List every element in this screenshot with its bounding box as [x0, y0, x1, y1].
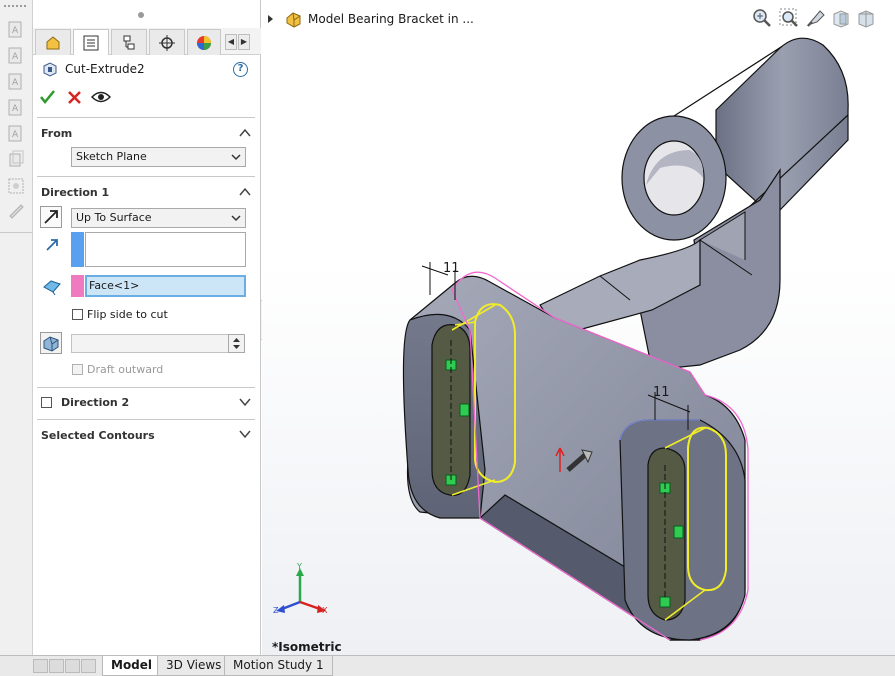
help-icon[interactable]: ?: [233, 62, 248, 77]
chevron-down-icon: [231, 154, 241, 161]
chevron-up-icon[interactable]: [238, 185, 252, 199]
manager-tabs-bar: ◀ ▶: [33, 28, 261, 55]
direction-of-extrusion-field[interactable]: [85, 232, 246, 267]
left-toolbar-strip: A A A A A: [0, 0, 33, 655]
chevron-down-icon[interactable]: [238, 427, 252, 441]
face-selection-field[interactable]: Face<1>: [85, 275, 246, 297]
direction2-checkbox[interactable]: [41, 397, 52, 408]
svg-text:A: A: [12, 26, 19, 36]
bearing-bracket-model[interactable]: [262, 0, 895, 655]
view-orientation-label: *Isometric: [272, 640, 342, 654]
tab-property-manager[interactable]: [73, 29, 109, 55]
toolbar-grip[interactable]: [4, 5, 26, 9]
end-condition-select[interactable]: Up To Surface: [71, 208, 246, 228]
svg-text:A: A: [12, 78, 19, 88]
tab-dimxpert-manager[interactable]: [149, 29, 185, 55]
start-condition-value: Sketch Plane: [76, 150, 147, 163]
property-list-icon: [83, 35, 99, 50]
property-manager-panel: ◀ ▶ Cut-Extrude2 ? From Sketch Plane Dir…: [33, 0, 261, 655]
detailed-preview-eye-icon[interactable]: [91, 90, 111, 104]
surface-finish-icon[interactable]: A: [6, 98, 26, 118]
panel-grip-dot[interactable]: [138, 12, 144, 18]
first-tab-button[interactable]: [33, 659, 48, 673]
spinner-arrows-icon: [233, 338, 240, 349]
feature-tree-icon: [46, 35, 60, 49]
draft-outward-label: Draft outward: [87, 363, 164, 376]
draft-toggle-button[interactable]: [40, 332, 62, 354]
flip-side-to-cut-checkbox[interactable]: [72, 309, 83, 320]
flip-side-to-cut-label: Flip side to cut: [87, 308, 168, 321]
draft-angle-spinner[interactable]: [228, 334, 245, 353]
feature-title: Cut-Extrude2: [65, 62, 145, 76]
slot-width-dimension-right[interactable]: 11: [653, 385, 670, 400]
slot-width-dimension-left[interactable]: 11: [443, 261, 460, 276]
reverse-direction-arrow-icon: [44, 210, 58, 224]
tab-motion-study-1[interactable]: Motion Study 1: [224, 656, 333, 676]
solidworks-window: A A A A A ◀ ▶ Cut-Extrude2 ? From Sketch…: [0, 0, 895, 676]
next-tab-button[interactable]: [65, 659, 80, 673]
triad-z-label: Z: [273, 606, 279, 615]
face-plane-icon: [43, 280, 61, 296]
tab-scroll-left-button[interactable]: ◀: [225, 34, 237, 50]
svg-text:A: A: [12, 104, 19, 114]
draft-icon: [43, 336, 59, 352]
direction2-section-heading[interactable]: Direction 2: [61, 396, 129, 409]
configuration-icon: [123, 35, 135, 49]
tab-feature-manager[interactable]: [35, 29, 71, 55]
section-divider: [37, 419, 255, 420]
triad-x-label: X: [322, 606, 328, 615]
selected-contours-section-heading[interactable]: Selected Contours: [41, 429, 155, 442]
bottom-tab-bar: Model 3D Views Motion Study 1: [0, 655, 895, 676]
tab-scroll-right-button[interactable]: ▶: [238, 34, 250, 50]
section-divider: [37, 117, 255, 118]
tab-configuration-manager[interactable]: [111, 29, 147, 55]
face-color-tag: [71, 275, 84, 297]
strip-divider: [0, 232, 33, 233]
cut-extrude-icon: [43, 62, 57, 77]
draft-angle-input[interactable]: [71, 334, 229, 353]
tab-display-manager[interactable]: [187, 29, 221, 55]
direction1-section-heading[interactable]: Direction 1: [41, 186, 109, 199]
svg-text:A: A: [12, 52, 19, 62]
section-divider: [37, 387, 255, 388]
annotation-icon[interactable]: A: [6, 20, 26, 40]
note-icon[interactable]: A: [6, 46, 26, 66]
from-section-heading[interactable]: From: [41, 127, 72, 140]
chevron-down-icon: [231, 215, 241, 222]
weld-symbol-icon[interactable]: A: [6, 124, 26, 144]
start-condition-select[interactable]: Sketch Plane: [71, 147, 246, 167]
end-condition-value: Up To Surface: [76, 211, 152, 224]
section-divider: [37, 176, 255, 177]
cancel-x-icon[interactable]: [68, 91, 81, 104]
triad-y-label: Y: [297, 562, 302, 571]
ok-checkmark-icon[interactable]: [40, 90, 55, 104]
draft-outward-checkbox[interactable]: [72, 364, 83, 375]
direction-color-tag: [71, 232, 84, 267]
direction-vector-icon: [46, 239, 58, 251]
tab-model[interactable]: Model: [102, 656, 162, 676]
last-tab-button[interactable]: [81, 659, 96, 673]
tool-icon[interactable]: [6, 200, 26, 220]
color-wheel-icon: [197, 35, 211, 50]
svg-text:A: A: [12, 130, 19, 140]
reverse-direction-button[interactable]: [40, 206, 62, 228]
chevron-up-icon[interactable]: [238, 126, 252, 140]
balloon-icon[interactable]: A: [6, 72, 26, 92]
datum-icon[interactable]: [6, 176, 26, 196]
graphics-viewport[interactable]: Model Bearing Bracket in ... 11 11 Y X Z…: [262, 0, 895, 655]
prev-tab-button[interactable]: [49, 659, 64, 673]
chevron-down-icon[interactable]: [238, 395, 252, 409]
crosshair-icon: [159, 34, 175, 51]
copy-icon[interactable]: [6, 150, 26, 170]
tab-3d-views[interactable]: 3D Views: [157, 656, 231, 676]
